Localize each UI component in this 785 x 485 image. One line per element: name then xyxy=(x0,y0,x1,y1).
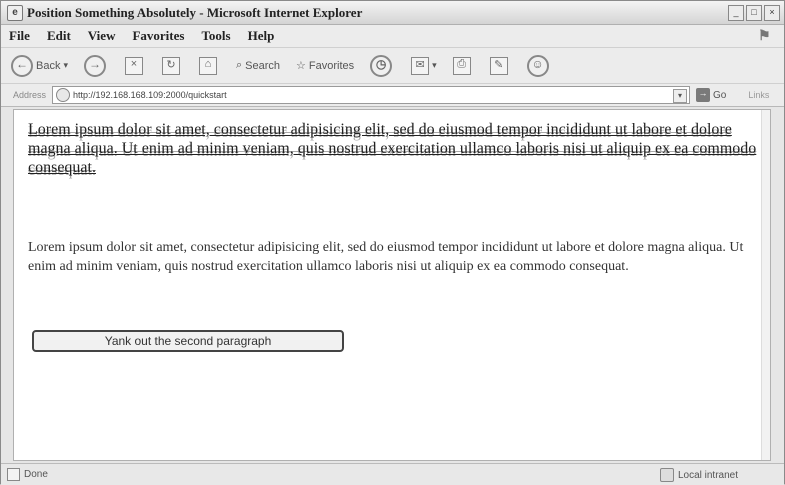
edit-button[interactable]: ✎ xyxy=(489,56,511,75)
back-button[interactable]: ← Back ▾ xyxy=(11,54,68,77)
address-url[interactable]: http://192.168.168.109:2000/quickstart xyxy=(73,90,227,100)
home-button[interactable]: ⌂ xyxy=(199,56,220,75)
yank-paragraph-button[interactable]: Yank out the second paragraph xyxy=(32,330,344,352)
close-button[interactable]: × xyxy=(764,5,780,21)
menu-help[interactable]: Help xyxy=(248,28,275,44)
address-input[interactable]: http://192.168.168.109:2000/quickstart ▾ xyxy=(52,86,691,104)
search-label: Search xyxy=(245,59,281,72)
search-icon: ⌕ xyxy=(236,59,243,71)
ie-logo-icon: e xyxy=(7,5,23,21)
favorites-label: Favorites xyxy=(308,59,355,72)
refresh-icon: ↻ xyxy=(162,56,180,75)
forward-button[interactable]: → xyxy=(84,54,109,77)
messenger-icon: ☺ xyxy=(526,54,549,77)
window-title: Position Something Absolutely - Microsof… xyxy=(27,5,363,20)
browser-window: e Position Something Absolutely - Micros… xyxy=(0,0,785,485)
address-label: Address xyxy=(13,90,47,100)
stop-button[interactable]: × xyxy=(125,56,146,75)
back-dropdown-icon[interactable]: ▾ xyxy=(63,60,68,71)
first-paragraph: Lorem ipsum dolor sit amet, consectetur … xyxy=(28,121,757,176)
status-bar: Done Local intranet xyxy=(1,463,784,485)
address-dropdown-icon[interactable]: ▾ xyxy=(673,89,688,103)
toolbar: ← Back ▾ → × ↻ ⌂ ⌕ Search ☆ Favorites ◷ … xyxy=(1,47,784,83)
menu-tools[interactable]: Tools xyxy=(201,28,230,44)
messenger-button[interactable]: ☺ xyxy=(526,54,552,77)
edit-page-icon: ✎ xyxy=(489,56,508,75)
print-icon: ⎙ xyxy=(452,56,471,75)
stop-icon: × xyxy=(125,56,143,75)
go-button[interactable]: → Go xyxy=(696,88,726,102)
search-button[interactable]: ⌕ Search xyxy=(236,59,280,72)
page-icon xyxy=(56,88,71,102)
mail-dropdown-icon: ▾ xyxy=(432,60,437,70)
links-label[interactable]: Links xyxy=(748,90,769,100)
title-bar: e Position Something Absolutely - Micros… xyxy=(1,1,784,25)
status-page-icon xyxy=(7,468,20,481)
go-arrow-icon: → xyxy=(696,88,711,102)
second-paragraph: Lorem ipsum dolor sit amet, consectetur … xyxy=(28,240,744,274)
menu-edit[interactable]: Edit xyxy=(47,28,71,44)
menu-bar: File Edit View Favorites Tools Help ⚑ xyxy=(1,25,784,47)
back-arrow-icon: ← xyxy=(11,54,33,77)
favorites-button[interactable]: ☆ Favorites xyxy=(296,59,355,73)
history-button[interactable]: ◷ xyxy=(370,54,395,77)
page-content: Lorem ipsum dolor sit amet, consectetur … xyxy=(13,109,771,461)
minimize-button[interactable]: _ xyxy=(728,5,744,21)
forward-arrow-icon: → xyxy=(84,54,106,77)
print-button[interactable]: ⎙ xyxy=(452,56,474,75)
mail-icon: ✉ xyxy=(411,56,430,75)
vertical-scrollbar[interactable] xyxy=(761,110,770,460)
address-bar: Address http://192.168.168.109:2000/quic… xyxy=(1,83,784,107)
menu-view[interactable]: View xyxy=(88,28,116,44)
menu-file[interactable]: File xyxy=(9,28,30,44)
maximize-button[interactable]: □ xyxy=(746,5,762,21)
home-icon: ⌂ xyxy=(199,56,217,75)
intranet-icon xyxy=(659,468,674,482)
back-label: Back xyxy=(36,59,61,72)
star-icon: ☆ xyxy=(296,60,306,72)
mail-button[interactable]: ✉ ▾ xyxy=(411,56,437,75)
window-controls: _ □ × xyxy=(728,5,780,21)
refresh-button[interactable]: ↻ xyxy=(162,56,183,75)
history-icon: ◷ xyxy=(370,54,393,77)
windows-flag-icon: ⚑ xyxy=(758,27,771,43)
menu-favorites[interactable]: Favorites xyxy=(132,28,184,44)
zone-label: Local intranet xyxy=(677,469,738,481)
go-label: Go xyxy=(713,89,727,101)
status-text: Done xyxy=(24,469,48,480)
security-zone: Local intranet xyxy=(659,468,738,482)
